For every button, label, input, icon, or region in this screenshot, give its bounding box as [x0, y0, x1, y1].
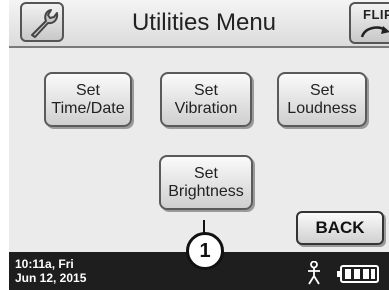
status-time: 10:11a, Fri	[15, 257, 74, 271]
flip-label: FLIP	[363, 7, 389, 22]
set-loudness-label: Set Loudness	[287, 81, 357, 117]
flip-arrow-icon	[360, 26, 389, 38]
wrench-icon	[31, 9, 59, 38]
set-vibration-button[interactable]: Set Vibration	[160, 72, 252, 127]
set-brightness-button[interactable]: Set Brightness	[159, 155, 253, 210]
battery-icon	[337, 265, 379, 283]
back-button[interactable]: BACK	[296, 211, 384, 245]
set-vibration-label: Set Vibration	[174, 81, 238, 117]
set-loudness-button[interactable]: Set Loudness	[277, 72, 367, 127]
status-date: Jun 12, 2015	[15, 271, 87, 285]
set-time-date-button[interactable]: Set Time/Date	[44, 72, 132, 127]
set-time-date-label: Set Time/Date	[51, 81, 125, 117]
page-title: Utilities Menu	[131, 9, 277, 36]
utilities-button[interactable]	[20, 2, 64, 42]
set-brightness-label: Set Brightness	[168, 164, 244, 200]
flip-button[interactable]: FLIP	[349, 2, 389, 44]
callout-marker: 1	[186, 232, 224, 270]
person-icon	[308, 261, 320, 285]
device: Utilities Menu FLIP Set Time/Date Set Vi…	[0, 0, 389, 290]
header-bar: Utilities Menu FLIP	[9, 0, 389, 48]
